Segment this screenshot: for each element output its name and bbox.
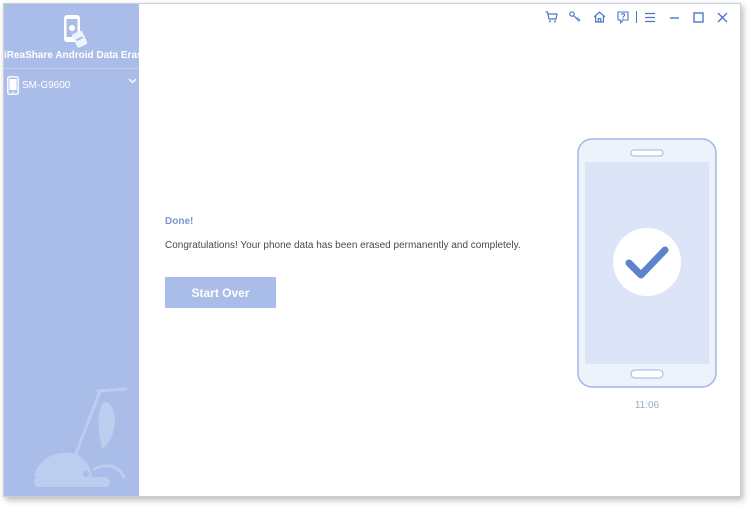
- phone-icon: [7, 75, 19, 95]
- menu-icon: [645, 12, 655, 22]
- maximize-button[interactable]: [686, 8, 710, 26]
- vacuum-cleaner-icon: [34, 387, 128, 487]
- done-title: Done!: [165, 216, 194, 227]
- close-icon: [717, 12, 727, 22]
- minimize-icon: [669, 16, 679, 19]
- cart-button[interactable]: [539, 8, 563, 26]
- app-window: iReaShare Android Data Eraser SM-G9600 D…: [3, 3, 741, 497]
- maximize-icon: [692, 11, 704, 23]
- cart-icon: [545, 11, 558, 23]
- phone-time: 11:06: [634, 400, 660, 411]
- device-name: SM-G9600: [22, 79, 71, 91]
- titlebar-separator: [636, 11, 637, 23]
- help-button[interactable]: [611, 8, 635, 26]
- help-icon: [617, 10, 629, 24]
- sidebar: iReaShare Android Data Eraser SM-G9600: [4, 4, 153, 496]
- success-message: Congratulations! Your phone data has bee…: [165, 240, 521, 251]
- start-over-button[interactable]: Start Over: [165, 277, 276, 308]
- key-icon: [569, 11, 581, 22]
- close-button[interactable]: [710, 8, 734, 26]
- home-button[interactable]: [587, 8, 611, 26]
- titlebar-controls: [539, 8, 734, 26]
- menu-button[interactable]: [638, 8, 662, 26]
- checkmark-icon: [613, 228, 681, 296]
- home-icon: [593, 11, 605, 23]
- minimize-button[interactable]: [662, 8, 686, 26]
- app-title: iReaShare Android Data Eraser: [4, 50, 153, 61]
- chevron-down-icon[interactable]: [128, 78, 137, 84]
- phone-illustration: [577, 138, 717, 388]
- register-key-button[interactable]: [563, 8, 587, 26]
- phone-eraser-logo-icon: [64, 15, 87, 48]
- sidebar-divider: [4, 68, 139, 69]
- sidebar-item-device[interactable]: SM-G9600: [4, 74, 139, 96]
